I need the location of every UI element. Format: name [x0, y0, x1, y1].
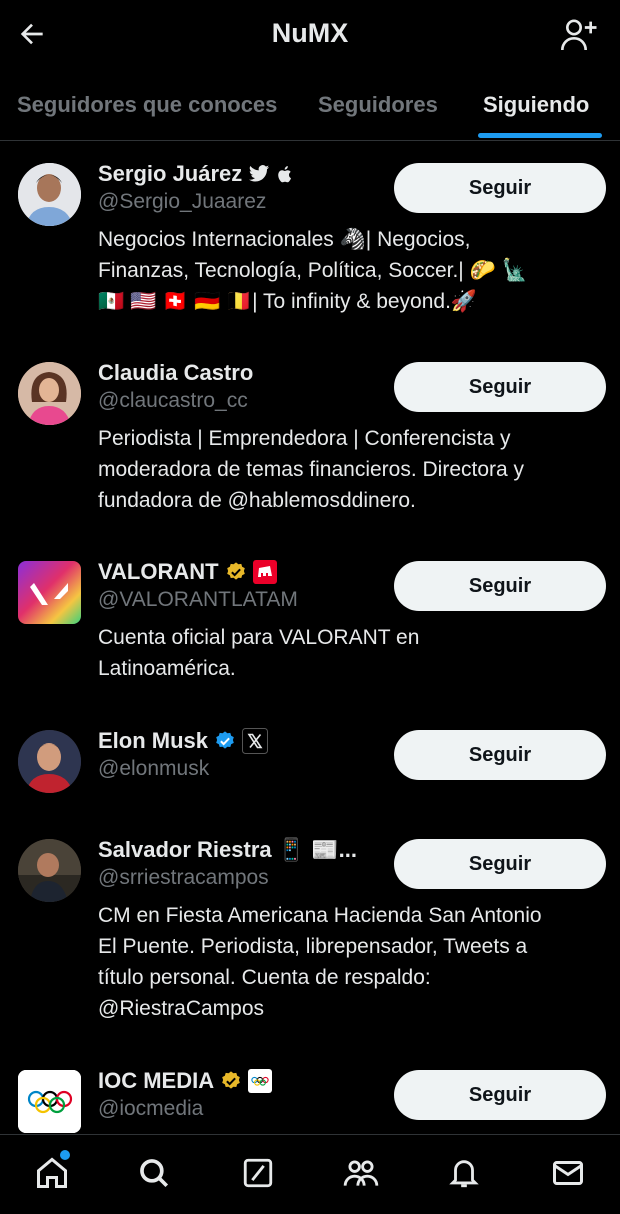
x-logo-icon [242, 728, 269, 754]
user-bio: Negocios Internacionales 🦓| Negocios, Fi… [98, 224, 608, 317]
home-icon [37, 1157, 67, 1188]
top-bar: NuMX [0, 0, 620, 70]
notification-dot [60, 1150, 70, 1160]
bio-line: Periodista | Emprendedora | Conferencist… [98, 427, 511, 450]
user-handle[interactable]: @claucastro_cc [98, 389, 248, 413]
bio-line: fundadora de @hablemosddinero. [98, 489, 416, 512]
user-bio: Cuenta oficial para VALORANT en Latinoam… [98, 622, 608, 684]
bio-line: CM en Fiesta Americana Hacienda San Anto… [98, 904, 542, 927]
user-name[interactable]: Sergio Juárez [98, 161, 242, 187]
gold-verified-badge-icon [222, 1071, 240, 1089]
follow-button[interactable]: Seguir [394, 362, 606, 412]
active-tab-indicator [478, 133, 602, 138]
follow-button[interactable]: Seguir [394, 561, 606, 611]
user-handle[interactable]: @VALORANTLATAM [98, 588, 298, 612]
olympic-rings-affiliate-icon [248, 1069, 273, 1093]
follow-button[interactable]: Seguir [394, 839, 606, 889]
avatar[interactable] [18, 839, 81, 902]
avatar[interactable] [18, 561, 81, 624]
tab-siguiendo[interactable]: Siguiendo [483, 92, 589, 118]
page-title: NuMX [271, 18, 349, 48]
bio-line: 🇲🇽 🇺🇸 🇨🇭 🇩🇪 🇧🇪| To infinity & beyond.🚀 [98, 290, 478, 313]
gold-verified-badge-icon [226, 562, 245, 580]
bio-line: @RiestraCampos [98, 997, 265, 1020]
bio-line: título personal. Cuenta de respaldo: [98, 966, 431, 989]
user-plus-icon [561, 19, 597, 51]
user-name[interactable]: VALORANT [98, 559, 219, 585]
user-name[interactable]: Salvador Riestra 📱 📰... [98, 837, 357, 863]
notifications-icon [449, 1160, 479, 1188]
tab-seguidores-que-conoces[interactable]: Seguidores que conoces [17, 92, 277, 118]
tab-bar: Seguidores que conoces Seguidores Siguie… [0, 70, 620, 141]
twitter-bird-icon [249, 165, 270, 182]
user-handle[interactable]: @Sergio_Juaarez [98, 190, 266, 214]
nav-search[interactable] [134, 1153, 174, 1193]
nav-grok[interactable] [238, 1153, 278, 1193]
bio-line: Cuenta oficial para VALORANT en [98, 626, 420, 649]
follow-button[interactable]: Seguir [394, 1070, 606, 1120]
bio-line: El Puente. Periodista, librepensador, Tw… [98, 935, 528, 958]
avatar[interactable] [18, 1070, 81, 1133]
avatar[interactable] [18, 163, 81, 226]
user-bio: CM en Fiesta Americana Hacienda San Anto… [98, 900, 608, 1024]
blue-verified-badge-icon [216, 731, 234, 749]
riot-games-affiliate-icon [252, 560, 277, 584]
follow-button[interactable]: Seguir [394, 730, 606, 780]
nav-communities[interactable] [341, 1153, 381, 1193]
follow-button[interactable]: Seguir [394, 163, 606, 213]
grok-icon [243, 1158, 273, 1188]
user-bio: Periodista | Emprendedora | Conferencist… [98, 423, 608, 516]
bio-line: Finanzas, Tecnología, Política, Soccer.|… [98, 259, 528, 282]
bio-line: Negocios Internacionales 🦓| Negocios, [98, 228, 471, 251]
user-handle[interactable]: @iocmedia [98, 1097, 203, 1121]
user-name[interactable]: Elon Musk [98, 728, 208, 754]
user-name[interactable]: IOC MEDIA [98, 1068, 214, 1094]
apple-icon [278, 165, 292, 182]
nav-notifications[interactable] [444, 1153, 484, 1193]
user-handle[interactable]: @elonmusk [98, 757, 209, 781]
avatar[interactable] [18, 730, 81, 793]
user-name[interactable]: Claudia Castro [98, 360, 253, 386]
communities-icon [343, 1160, 379, 1186]
bio-line: Latinoamérica. [98, 657, 236, 680]
user-handle[interactable]: @srriestracampos [98, 866, 269, 890]
avatar[interactable] [18, 362, 81, 425]
bio-line: moderadora de temas financieros. Directo… [98, 458, 525, 481]
search-icon [140, 1159, 169, 1188]
nav-messages[interactable] [548, 1153, 588, 1193]
messages-icon [553, 1161, 583, 1185]
bottom-navigation [0, 1134, 620, 1214]
tab-seguidores[interactable]: Seguidores [318, 92, 438, 118]
add-user-button[interactable] [558, 14, 600, 56]
